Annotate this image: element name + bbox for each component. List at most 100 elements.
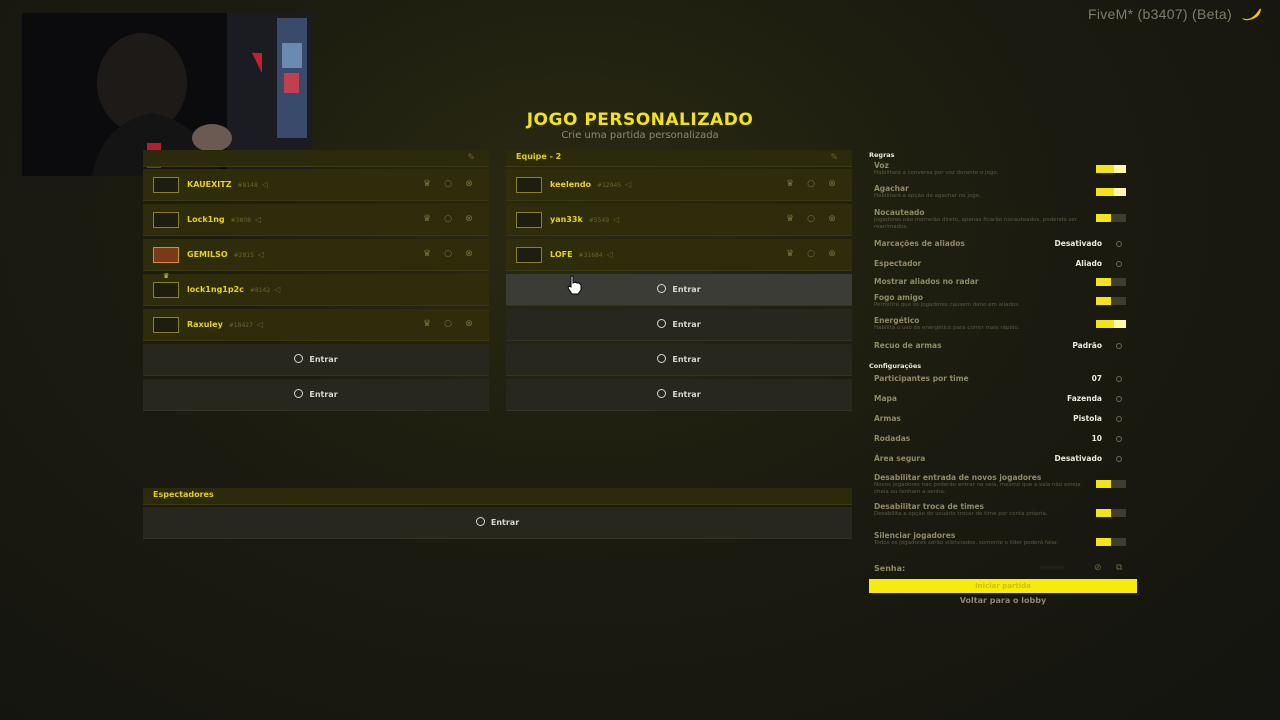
swap-icon[interactable]: ○ (442, 318, 454, 330)
config-mapa[interactable]: Mapa Fazenda (874, 394, 1132, 403)
password-label: Senha: (874, 564, 906, 573)
player-avatar (516, 177, 542, 193)
enter-icon (657, 319, 667, 328)
team2-enter-button[interactable]: Entrar (506, 344, 852, 376)
start-match-button[interactable]: Iniciar partida (869, 579, 1137, 593)
team1-enter-button[interactable]: Entrar (143, 379, 489, 411)
crown-icon[interactable]: ♛ (421, 213, 433, 225)
enter-label: Entrar (672, 355, 701, 364)
desab-entrada-toggle[interactable] (1096, 480, 1126, 488)
cycle-icon[interactable] (1116, 456, 1122, 462)
spectators-enter-button[interactable]: Entrar (143, 507, 852, 539)
cycle-icon[interactable] (1116, 396, 1122, 402)
rule-desc: Jogadores não morrerão direto, apenas fi… (874, 217, 1078, 230)
rule-desc: Habilitará a conversa por voz durante o … (874, 170, 999, 176)
kick-icon[interactable]: ⊗ (463, 213, 475, 225)
desab-troca-toggle[interactable] (1096, 509, 1126, 517)
edit-icon[interactable]: ✎ (830, 153, 838, 163)
voz-toggle[interactable] (1096, 165, 1126, 173)
team1-player-slot[interactable]: ♛ lock1ng1p2c #8142 ◁ (143, 272, 489, 306)
enter-icon (657, 354, 667, 363)
player-name: Lock1ng (187, 215, 225, 224)
speaker-icon: ◁ (613, 215, 620, 224)
rule-desc: Habilitará a opção de agachar no jogo. (874, 193, 981, 199)
rule-marcacoes[interactable]: Marcações de aliados Desativado (874, 239, 1132, 248)
player-id: #3808 (230, 217, 251, 224)
team2-player-slot[interactable]: LOFE #31684 ◁ ♛ ○ ⊗ (506, 239, 852, 271)
team2-enter-button[interactable]: Entrar (506, 379, 852, 411)
swap-icon[interactable]: ○ (805, 248, 817, 260)
swap-icon[interactable]: ○ (442, 248, 454, 260)
cycle-icon[interactable] (1116, 416, 1122, 422)
config-desab-troca: Desabilitar troca de times Desabilita a … (874, 502, 1132, 518)
rule-label: Mostrar aliados no radar (874, 277, 979, 286)
swap-icon[interactable]: ○ (442, 178, 454, 190)
speaker-icon: ◁ (254, 215, 262, 224)
copy-icon[interactable]: ⧉ (1116, 563, 1122, 573)
fogo-toggle[interactable] (1096, 297, 1126, 305)
kick-icon[interactable]: ⊗ (463, 178, 475, 190)
config-label: Desabilitar troca de times (874, 502, 985, 511)
nocauteado-toggle[interactable] (1096, 214, 1126, 222)
team1-player-slot[interactable]: KAUEXITZ #8148 ◁ ♛ ○ ⊗ (143, 169, 489, 201)
config-armas[interactable]: Armas Pistola (874, 414, 1132, 423)
team1-player-slot[interactable]: Raxuley #18427 ◁ ♛ ○ ⊗ (143, 309, 489, 341)
hide-password-icon[interactable]: ⊘ (1094, 563, 1102, 573)
rule-value: Padrão (1072, 341, 1102, 350)
cycle-icon[interactable] (1116, 343, 1122, 349)
team1-player-slot[interactable]: Lock1ng #3808 ◁ ♛ ○ ⊗ (143, 204, 489, 236)
player-name: keelendo (550, 180, 592, 189)
player-avatar (516, 247, 542, 263)
agachar-toggle[interactable] (1096, 188, 1126, 196)
kick-icon[interactable]: ⊗ (826, 178, 838, 190)
config-rodadas[interactable]: Rodadas 10 (874, 434, 1132, 443)
crown-icon[interactable]: ♛ (421, 318, 433, 330)
radar-toggle[interactable] (1096, 278, 1126, 286)
config-desc: Novos jogadores não poderão entrar na sa… (874, 482, 1081, 495)
kick-icon[interactable]: ⊗ (826, 213, 838, 225)
config-participantes[interactable]: Participantes por time 07 (874, 374, 1132, 383)
swap-icon[interactable]: ○ (442, 213, 454, 225)
cycle-icon[interactable] (1116, 241, 1122, 247)
kick-icon[interactable]: ⊗ (463, 318, 475, 330)
crown-icon[interactable]: ♛ (421, 248, 433, 260)
enter-icon (475, 517, 485, 526)
kick-icon[interactable]: ⊗ (463, 248, 475, 260)
team1-player-slot[interactable]: GEMILSO #2815 ◁ ♛ ○ ⊗ (143, 239, 489, 271)
config-value: 07 (1091, 374, 1102, 383)
crown-icon[interactable]: ♛ (421, 178, 433, 190)
energetico-toggle[interactable] (1096, 320, 1126, 328)
player-avatar (516, 212, 542, 228)
speaker-icon: ◁ (256, 320, 264, 329)
edit-icon[interactable]: ✎ (467, 153, 475, 163)
rule-espectador[interactable]: Espectador Aliado (874, 259, 1132, 268)
team2-player-slot[interactable]: keelendo #12945 ◁ ♛ ○ ⊗ (506, 169, 852, 201)
rule-voz: Voz Habilitará a conversa por voz durant… (874, 161, 1132, 177)
crown-icon[interactable]: ♛ (784, 213, 796, 225)
config-area[interactable]: Área segura Desativado (874, 454, 1132, 463)
enter-icon (657, 389, 667, 398)
rule-recuo[interactable]: Recuo de armas Padrão (874, 341, 1132, 350)
swap-icon[interactable]: ○ (805, 178, 817, 190)
team1-enter-button[interactable]: Entrar (143, 344, 489, 376)
player-avatar (153, 317, 179, 333)
player-id: #8142 (249, 287, 271, 294)
crown-icon[interactable]: ♛ (784, 248, 796, 260)
kick-icon[interactable]: ⊗ (826, 248, 838, 260)
crown-icon[interactable]: ♛ (784, 178, 796, 190)
enter-label: Entrar (672, 390, 701, 399)
silenciar-toggle[interactable] (1096, 538, 1126, 546)
cycle-icon[interactable] (1116, 261, 1122, 267)
team2-player-slot[interactable]: yan33k #5549 ◁ ♛ ○ ⊗ (506, 204, 852, 236)
team2-enter-button[interactable]: Entrar (506, 274, 852, 306)
swap-icon[interactable]: ○ (805, 213, 817, 225)
rule-desc: Habilita o uso de energético para correr… (874, 325, 1020, 331)
cycle-icon[interactable] (1116, 376, 1122, 382)
rule-value: Desativado (1054, 239, 1102, 248)
team2-enter-button[interactable]: Entrar (506, 309, 852, 341)
rule-label: Fogo amigo (874, 293, 924, 302)
config-desc: Todos os jogadores serão silenciados, so… (874, 540, 1059, 546)
spectators-header: Espectadores (143, 488, 852, 505)
back-to-lobby-link[interactable]: Voltar para o lobby (869, 596, 1137, 605)
cycle-icon[interactable] (1116, 436, 1122, 442)
